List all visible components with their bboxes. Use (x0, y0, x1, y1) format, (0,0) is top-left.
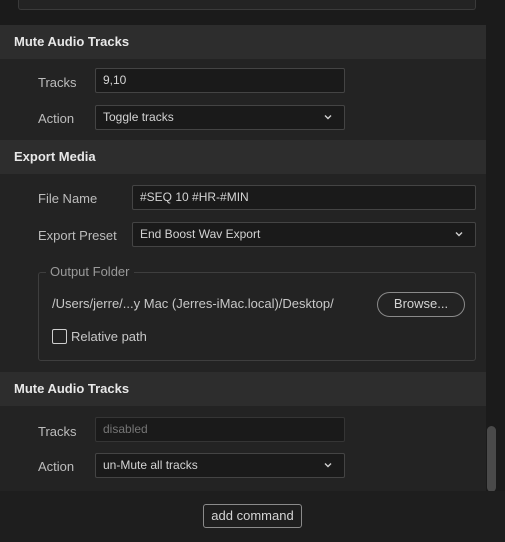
tracks-label: Tracks (38, 424, 77, 439)
section-header-mute-audio: Mute Audio Tracks (0, 25, 486, 59)
browse-button[interactable]: Browse... (377, 292, 465, 317)
output-folder-legend: Output Folder (46, 264, 134, 279)
action-select-value: Toggle tracks (103, 110, 174, 124)
add-command-button[interactable]: add command (203, 504, 302, 528)
action-select-value: un-Mute all tracks (103, 458, 198, 472)
export-preset-label: Export Preset (38, 228, 117, 243)
tracks-label: Tracks (38, 75, 77, 90)
section-header-mute-audio-2: Mute Audio Tracks (0, 372, 486, 406)
section-title: Mute Audio Tracks (14, 381, 130, 396)
scrollbar-track[interactable] (486, 0, 505, 491)
section-title: Mute Audio Tracks (14, 34, 130, 49)
chevron-down-icon (455, 232, 463, 237)
file-name-label: File Name (38, 191, 98, 206)
relative-path-label[interactable]: Relative path (71, 329, 147, 344)
chevron-down-icon (324, 463, 332, 468)
section-header-export-media: Export Media (0, 140, 486, 174)
tracks-input[interactable]: 9,10 (95, 68, 345, 93)
scrollbar-thumb[interactable] (487, 426, 496, 492)
tracks-input-disabled: disabled (95, 417, 345, 442)
action-label: Action (38, 111, 75, 126)
action-label: Action (38, 459, 75, 474)
action-select[interactable]: Toggle tracks (95, 105, 345, 130)
file-name-input[interactable]: #SEQ 10 #HR-#MIN (132, 185, 476, 210)
relative-path-checkbox[interactable] (52, 329, 67, 344)
section-title: Export Media (14, 149, 96, 164)
export-preset-value: End Boost Wav Export (140, 227, 261, 241)
previous-command-frame (18, 0, 476, 10)
output-folder-path: /Users/jerre/...y Mac (Jerres-iMac.local… (52, 296, 334, 311)
export-preset-select[interactable]: End Boost Wav Export (132, 222, 476, 247)
chevron-down-icon (324, 115, 332, 120)
action-select[interactable]: un-Mute all tracks (95, 453, 345, 478)
